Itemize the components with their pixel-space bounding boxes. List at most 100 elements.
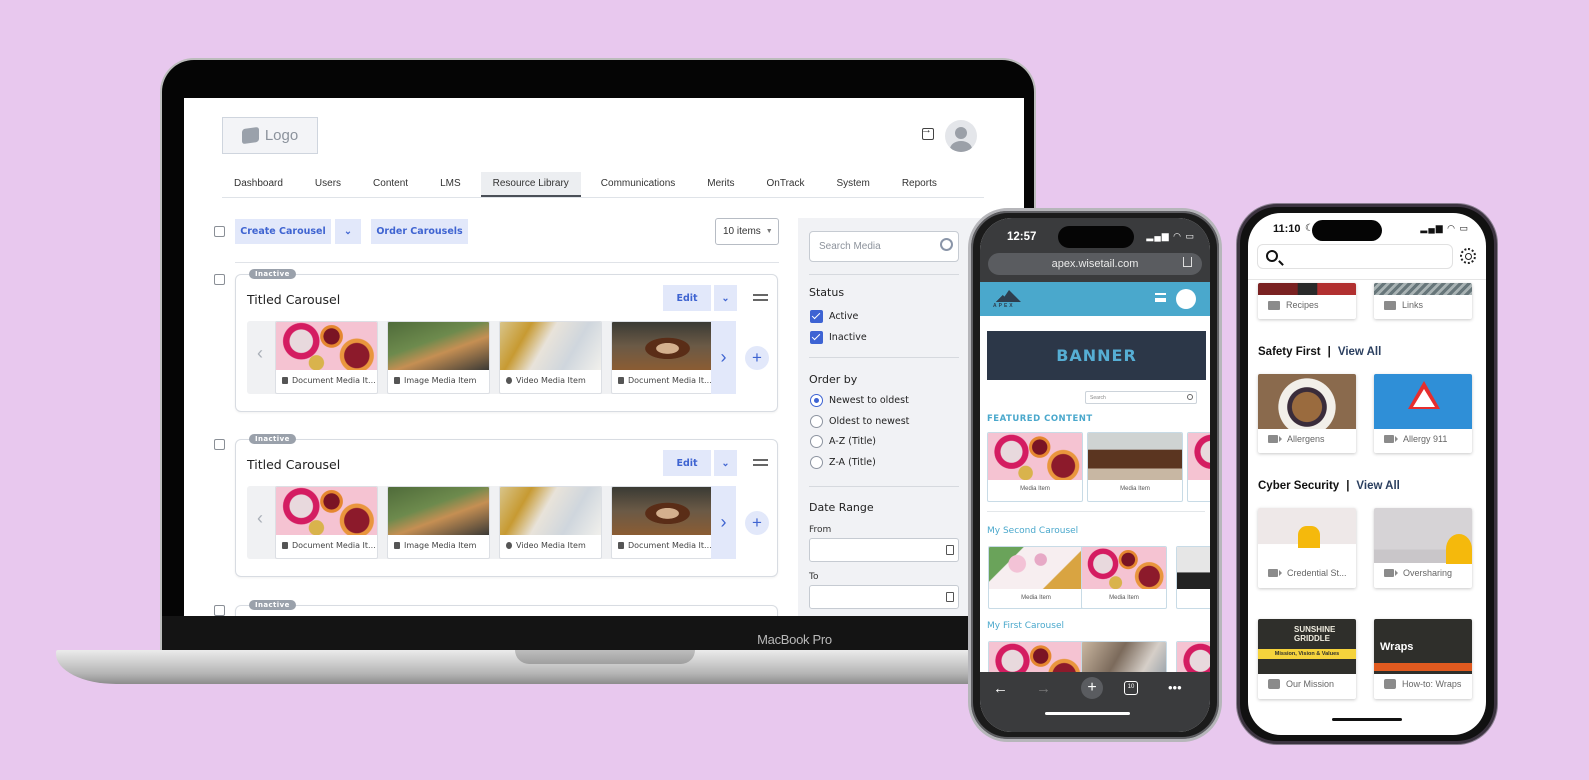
site-search-input[interactable]: Search	[1085, 391, 1197, 404]
new-tab-plus-icon[interactable]: +	[1081, 677, 1103, 699]
media-card[interactable]: Credential St...	[1258, 508, 1356, 588]
chevron-left-icon[interactable]: ‹	[257, 343, 263, 364]
nav-users[interactable]: Users	[303, 172, 353, 197]
media-card[interactable]: SUNSHINE GRIDDLE Mission, Vision & Values…	[1258, 619, 1356, 699]
calendar-icon[interactable]	[946, 545, 954, 555]
media-card[interactable]: Allergy 911	[1374, 374, 1472, 453]
address-bar[interactable]: apex.wisetail.com	[988, 253, 1202, 275]
search-icon[interactable]	[1187, 394, 1193, 400]
media-card[interactable]: Video Media Item	[499, 486, 602, 559]
active-checkbox[interactable]	[810, 310, 823, 323]
phone-app-screen: 11:10 ☾ ▂▄▆ ◠ ▭ Recipes Links Safety Fir…	[1248, 213, 1486, 735]
media-card[interactable]: Image Media Item	[387, 321, 490, 394]
media-label: Video Media Item	[516, 376, 586, 385]
order-carousels-button[interactable]: Order Carousels	[371, 219, 468, 244]
nav-dashboard[interactable]: Dashboard	[222, 172, 295, 197]
video-camera-icon	[1268, 435, 1282, 443]
select-all-checkbox[interactable]	[214, 226, 225, 237]
nav-system[interactable]: System	[824, 172, 881, 197]
carousel-title: Titled Carousel	[247, 457, 341, 472]
media-card[interactable]	[1187, 432, 1210, 502]
edit-options-dropdown[interactable]: ⌄	[714, 285, 737, 311]
forward-arrow-icon[interactable]: →	[1036, 680, 1051, 697]
clock: 12:57	[1007, 231, 1037, 243]
brand-text: APEX	[993, 303, 1015, 309]
media-card[interactable]: Document Media It...	[611, 486, 714, 559]
carousel-checkbox[interactable]	[214, 605, 225, 616]
media-card[interactable]: Video Media Item	[499, 321, 602, 394]
from-date-input[interactable]	[809, 538, 959, 562]
order-az-radio[interactable]	[810, 435, 823, 448]
chevron-left-icon[interactable]: ‹	[257, 508, 263, 529]
status-badge: Inactive	[249, 600, 296, 610]
folder-card[interactable]: Recipes	[1258, 283, 1356, 319]
search-icon[interactable]	[940, 238, 953, 251]
edit-button[interactable]: Edit	[663, 450, 711, 476]
nav-communications[interactable]: Communications	[589, 172, 687, 197]
to-label: To	[809, 572, 819, 582]
search-input[interactable]	[1257, 244, 1453, 269]
create-options-dropdown[interactable]: ⌄	[335, 219, 361, 244]
next-button[interactable]: ›	[711, 486, 736, 559]
inactive-checkbox[interactable]	[810, 331, 823, 344]
carousel-checkbox[interactable]	[214, 274, 225, 285]
media-thumbnail	[1188, 433, 1210, 480]
more-options-icon[interactable]: •••	[1168, 680, 1182, 695]
nav-ontrack[interactable]: OnTrack	[755, 172, 817, 197]
media-card[interactable]: Media Item	[1081, 546, 1167, 609]
create-carousel-button[interactable]: Create Carousel	[235, 219, 331, 244]
nav-reports[interactable]: Reports	[890, 172, 949, 197]
nav-resource-library[interactable]: Resource Library	[480, 172, 581, 197]
active-label: Active	[829, 311, 859, 322]
media-card[interactable]	[1176, 546, 1210, 609]
view-all-link[interactable]: View All	[1338, 346, 1381, 358]
edit-button[interactable]: Edit	[663, 285, 711, 311]
user-avatar[interactable]	[1176, 289, 1196, 309]
media-card[interactable]: Allergens	[1258, 374, 1356, 453]
media-card[interactable]: Media Item	[988, 546, 1084, 609]
media-thumbnail	[1088, 433, 1182, 480]
media-card[interactable]: Media Item	[1087, 432, 1183, 502]
media-card[interactable]: Image Media Item	[387, 486, 490, 559]
media-thumbnail	[1258, 374, 1356, 429]
carousel-checkbox[interactable]	[214, 439, 225, 450]
media-card[interactable]: Document Media It...	[275, 321, 378, 394]
logo[interactable]: Logo	[222, 117, 318, 154]
media-card[interactable]: Document Media It...	[275, 486, 378, 559]
hamburger-menu-icon[interactable]	[1155, 293, 1166, 302]
thumbnail-title: Wraps	[1380, 641, 1414, 653]
to-date-input[interactable]	[809, 585, 959, 609]
sign-out-icon[interactable]	[921, 124, 934, 140]
drag-handle-icon[interactable]	[753, 294, 768, 301]
next-button[interactable]: ›	[711, 321, 736, 394]
order-oldest-radio[interactable]	[810, 415, 823, 428]
add-media-button[interactable]: +	[745, 511, 769, 535]
edit-options-dropdown[interactable]: ⌄	[714, 450, 737, 476]
nav-content[interactable]: Content	[361, 172, 420, 197]
add-media-button[interactable]: +	[745, 346, 769, 370]
search-media-input[interactable]: Search Media	[809, 231, 959, 262]
media-card[interactable]: Oversharing	[1374, 508, 1472, 588]
caret-down-icon: ▼	[765, 228, 773, 235]
video-camera-icon	[1268, 569, 1282, 577]
media-card[interactable]: Document Media It...	[611, 321, 714, 394]
nav-lms[interactable]: LMS	[428, 172, 473, 197]
media-card[interactable]: Wraps How-to: Wraps	[1374, 619, 1472, 699]
order-newest-radio[interactable]	[810, 394, 823, 407]
card-label: Allergy 911	[1403, 434, 1448, 444]
nav-merits[interactable]: Merits	[695, 172, 746, 197]
tabs-count-icon[interactable]: 10	[1124, 681, 1138, 695]
order-za-radio[interactable]	[810, 456, 823, 469]
gear-icon[interactable]	[1460, 248, 1476, 264]
media-card[interactable]: Media Item	[987, 432, 1083, 502]
back-arrow-icon[interactable]: ←	[993, 680, 1008, 697]
apex-mountain-logo[interactable]	[991, 290, 1021, 302]
search-icon	[1266, 250, 1278, 262]
view-all-link[interactable]: View All	[1356, 480, 1399, 492]
folder-card[interactable]: Links	[1374, 283, 1472, 319]
page-size-select[interactable]: 10 items ▼	[715, 218, 779, 245]
calendar-icon[interactable]	[946, 592, 954, 602]
share-icon[interactable]	[1183, 257, 1192, 267]
drag-handle-icon[interactable]	[753, 459, 768, 466]
user-avatar[interactable]	[945, 120, 977, 152]
